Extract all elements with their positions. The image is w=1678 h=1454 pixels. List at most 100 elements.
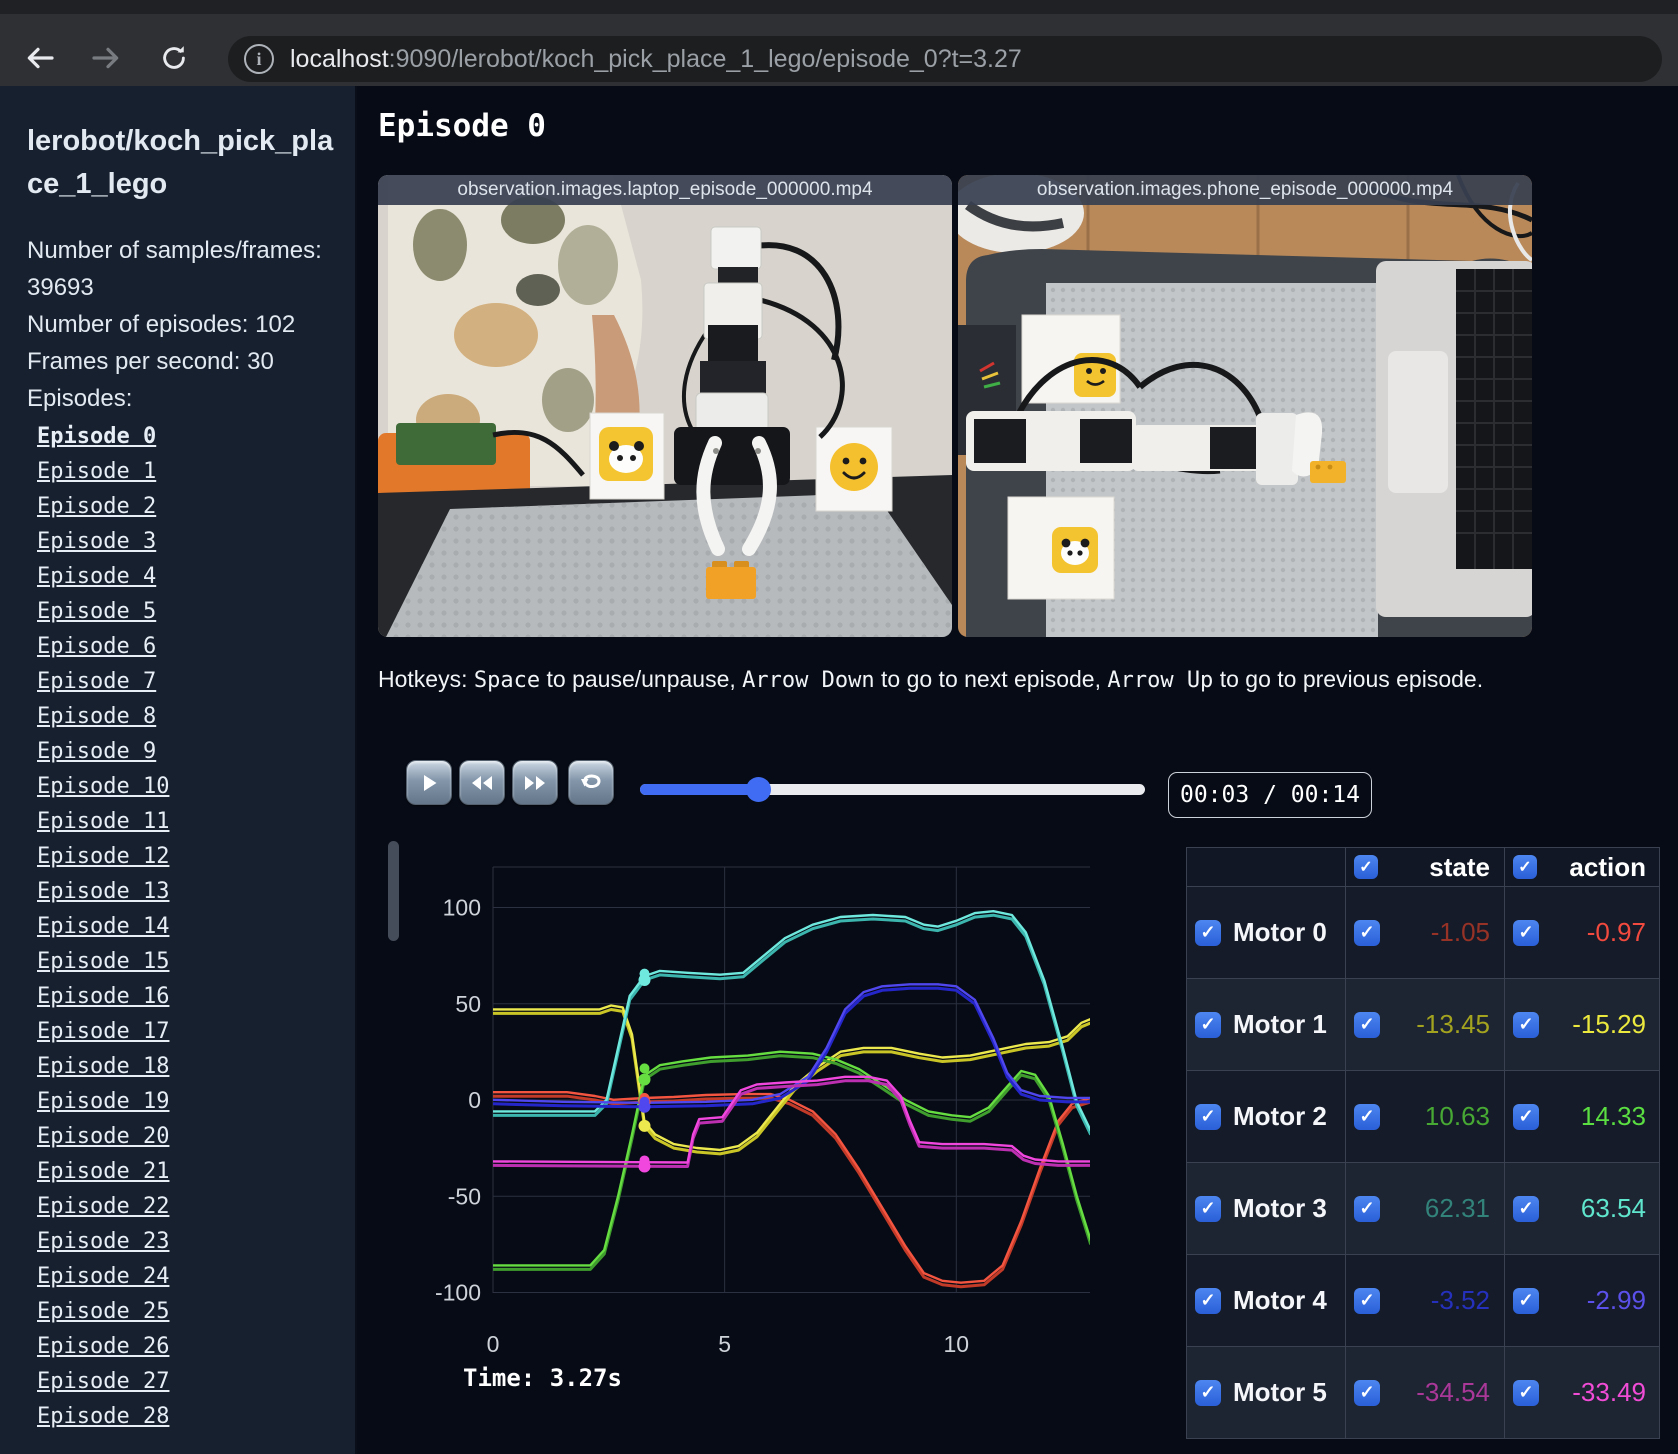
main-content: Episode 0 observation.images.laptop_epis… xyxy=(357,86,1678,1454)
motor-label: Motor 5 xyxy=(1233,1377,1327,1407)
back-icon[interactable] xyxy=(22,40,58,76)
action-value: -2.99 xyxy=(1586,1285,1646,1315)
hotkey-key: Arrow Up xyxy=(1107,668,1214,693)
motor-label: Motor 1 xyxy=(1233,1009,1327,1039)
current-point-action-Motor 2 xyxy=(639,1063,650,1074)
play-button[interactable] xyxy=(406,760,452,805)
sidebar-episode-link[interactable]: Episode 7 xyxy=(37,664,335,699)
sidebar-episode-link[interactable]: Episode 8 xyxy=(37,699,335,734)
forward-icon[interactable] xyxy=(88,40,124,76)
sidebar-episode-link[interactable]: Episode 27 xyxy=(37,1364,335,1399)
reload-icon[interactable] xyxy=(156,40,192,76)
motor-checkbox[interactable] xyxy=(1195,1379,1221,1406)
motor-row: Motor 1 -13.45 -15.29 xyxy=(1187,979,1659,1071)
fast-forward-button[interactable] xyxy=(512,760,558,805)
hotkey-key: Space xyxy=(473,668,541,693)
phone-video-title: observation.images.phone_episode_000000.… xyxy=(958,175,1532,205)
action-all-checkbox[interactable] xyxy=(1513,855,1537,879)
sidebar-episode-link[interactable]: Episode 14 xyxy=(37,909,335,944)
current-point-action-Motor 3 xyxy=(639,968,650,979)
sidebar-episode-link[interactable]: Episode 23 xyxy=(37,1224,335,1259)
state-checkbox[interactable] xyxy=(1354,1379,1380,1406)
action-value: -15.29 xyxy=(1572,1009,1646,1039)
time-display: 00:03 / 00:14 xyxy=(1168,772,1372,818)
sidebar-episode-link[interactable]: Episode 18 xyxy=(37,1049,335,1084)
sidebar-episode-link[interactable]: Episode 6 xyxy=(37,629,335,664)
state-checkbox[interactable] xyxy=(1354,1195,1380,1222)
hotkey-text: Hotkeys: xyxy=(378,666,474,692)
sidebar-episode-link[interactable]: Episode 0 xyxy=(37,419,335,454)
sidebar-episode-link[interactable]: Episode 17 xyxy=(37,1014,335,1049)
action-checkbox[interactable] xyxy=(1513,1011,1539,1038)
motor-checkbox[interactable] xyxy=(1195,1103,1221,1130)
loop-button[interactable] xyxy=(568,760,614,805)
browser-toolbar: i localhost:9090/lerobot/koch_pick_place… xyxy=(0,0,1678,86)
sidebar-episode-link[interactable]: Episode 3 xyxy=(37,524,335,559)
y-axis-tick: 50 xyxy=(455,991,481,1017)
episodes-label: Episodes: xyxy=(27,385,133,412)
sidebar-episode-link[interactable]: Episode 28 xyxy=(37,1399,335,1434)
dataset-title: lerobot/koch_pick_place_1_lego xyxy=(27,125,334,200)
state-value: -34.54 xyxy=(1416,1377,1490,1407)
state-all-checkbox[interactable] xyxy=(1354,855,1378,879)
state-checkbox[interactable] xyxy=(1354,1103,1380,1130)
sidebar-episode-link[interactable]: Episode 24 xyxy=(37,1259,335,1294)
action-value: 14.33 xyxy=(1580,1101,1646,1131)
action-checkbox[interactable] xyxy=(1513,1195,1539,1222)
rewind-button[interactable] xyxy=(459,760,505,805)
state-checkbox[interactable] xyxy=(1354,919,1380,946)
sidebar-episode-link[interactable]: Episode 1 xyxy=(37,454,335,489)
browser-tabstrip xyxy=(0,0,1678,14)
x-axis-tick: 10 xyxy=(944,1331,970,1357)
state-checkbox[interactable] xyxy=(1354,1287,1380,1314)
url-bar[interactable]: i localhost:9090/lerobot/koch_pick_place… xyxy=(228,36,1662,82)
stat-episodes: Number of episodes: 102 xyxy=(27,311,296,338)
sidebar-episode-link[interactable]: Episode 22 xyxy=(37,1189,335,1224)
action-checkbox[interactable] xyxy=(1513,1287,1539,1314)
motor-row: Motor 5 -34.54 -33.49 xyxy=(1187,1347,1659,1439)
motor-checkbox[interactable] xyxy=(1195,919,1221,946)
seek-slider-thumb[interactable] xyxy=(746,777,772,802)
sidebar-episode-link[interactable]: Episode 13 xyxy=(37,874,335,909)
sidebar-episode-link[interactable]: Episode 15 xyxy=(37,944,335,979)
table-header-row: state action xyxy=(1187,848,1659,887)
motor-checkbox[interactable] xyxy=(1195,1287,1221,1314)
current-point-Motor 2 xyxy=(638,1073,651,1086)
sidebar-episode-link[interactable]: Episode 19 xyxy=(37,1084,335,1119)
action-checkbox[interactable] xyxy=(1513,1379,1539,1406)
scrollbar-thumb[interactable] xyxy=(388,841,399,941)
sidebar-episode-link[interactable]: Episode 5 xyxy=(37,594,335,629)
sidebar-episode-link[interactable]: Episode 26 xyxy=(37,1329,335,1364)
sidebar-episode-link[interactable]: Episode 2 xyxy=(37,489,335,524)
state-checkbox[interactable] xyxy=(1354,1011,1380,1038)
page-title: Episode 0 xyxy=(378,108,546,144)
seek-slider[interactable] xyxy=(640,777,1145,802)
x-axis-tick: 0 xyxy=(487,1331,500,1357)
hotkey-text: to pause/unpause, xyxy=(540,666,743,692)
laptop-video-title: observation.images.laptop_episode_000000… xyxy=(378,175,952,205)
motor-label: Motor 2 xyxy=(1233,1101,1327,1131)
header-empty-cell xyxy=(1187,848,1346,886)
site-info-icon[interactable]: i xyxy=(244,44,274,74)
motor-checkbox[interactable] xyxy=(1195,1011,1221,1038)
motor-label: Motor 3 xyxy=(1233,1193,1327,1223)
current-point-action-Motor 4 xyxy=(639,1096,650,1107)
sidebar: lerobot/koch_pick_place_1_lego Number of… xyxy=(0,86,357,1454)
sidebar-episode-link[interactable]: Episode 20 xyxy=(37,1119,335,1154)
sidebar-episode-link[interactable]: Episode 21 xyxy=(37,1154,335,1189)
sidebar-episode-link[interactable]: Episode 10 xyxy=(37,769,335,804)
sidebar-episode-link[interactable]: Episode 16 xyxy=(37,979,335,1014)
sidebar-episode-link[interactable]: Episode 11 xyxy=(37,804,335,839)
action-checkbox[interactable] xyxy=(1513,919,1539,946)
laptop-camera-video xyxy=(378,175,952,637)
motor-checkbox[interactable] xyxy=(1195,1195,1221,1222)
sidebar-episode-link[interactable]: Episode 4 xyxy=(37,559,335,594)
sidebar-episode-link[interactable]: Episode 9 xyxy=(37,734,335,769)
action-checkbox[interactable] xyxy=(1513,1103,1539,1130)
sidebar-episode-link[interactable]: Episode 12 xyxy=(37,839,335,874)
stat-fps: Frames per second: 30 xyxy=(27,348,274,375)
url-text[interactable]: localhost:9090/lerobot/koch_pick_place_1… xyxy=(290,45,1022,74)
motor-label: Motor 4 xyxy=(1233,1285,1327,1315)
sidebar-episode-link[interactable]: Episode 25 xyxy=(37,1294,335,1329)
y-axis-tick: 0 xyxy=(468,1087,481,1113)
